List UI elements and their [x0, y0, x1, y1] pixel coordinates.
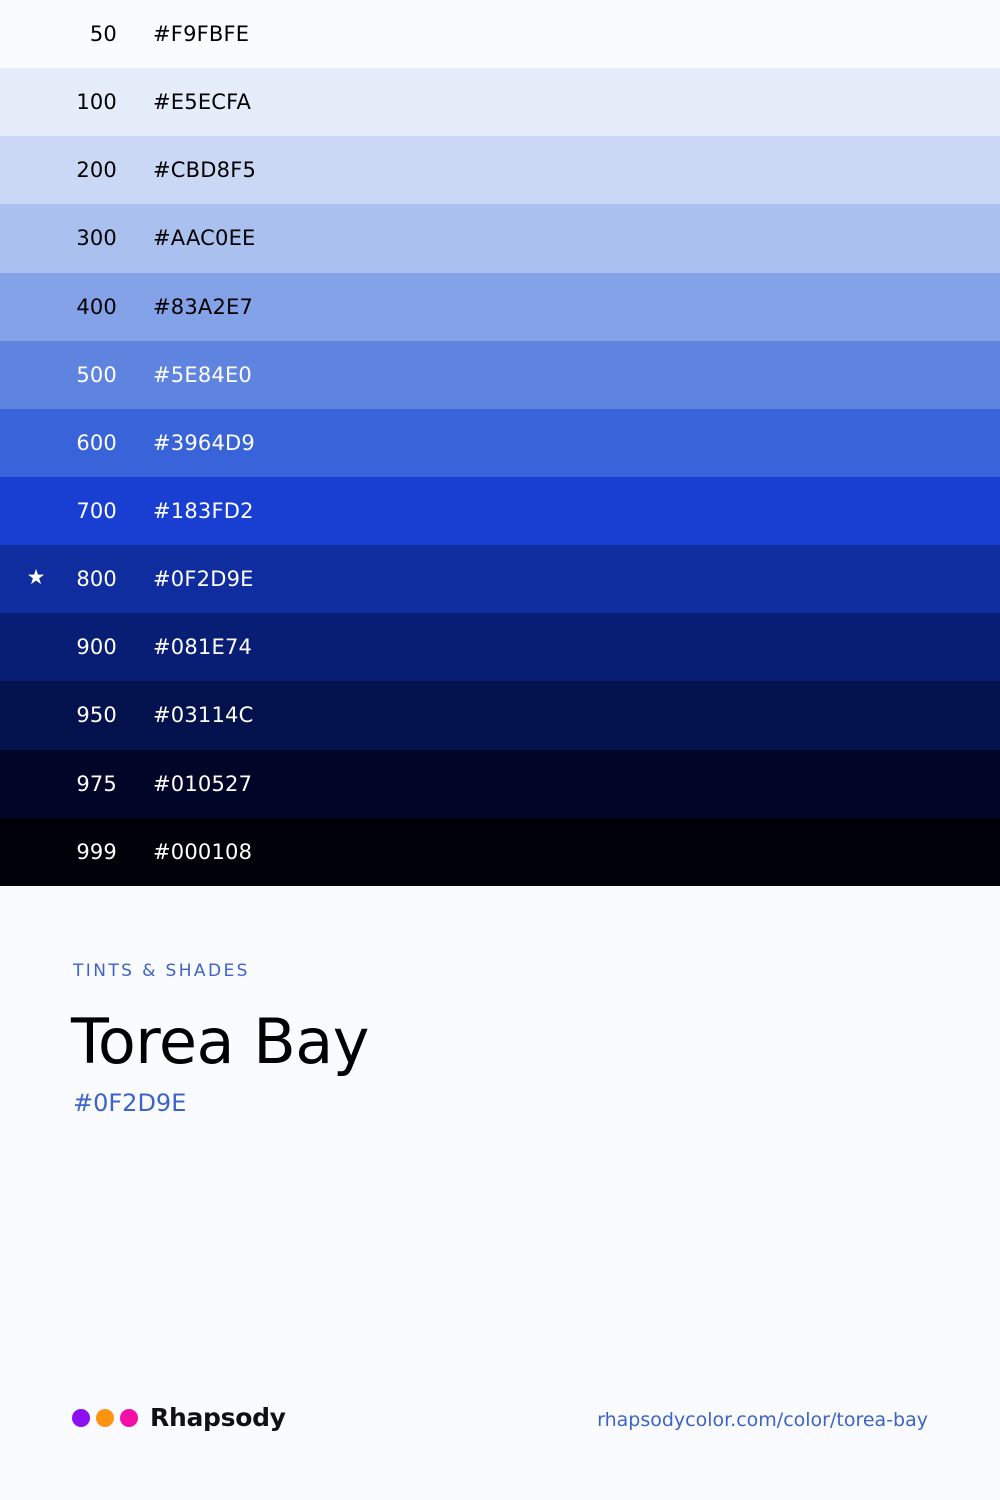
swatch-row-100[interactable]: 100 #E5ECFA [0, 68, 1000, 137]
swatch-hex[interactable]: #83A2E7 [153, 295, 253, 319]
swatch-hex[interactable]: #03114C [153, 703, 253, 727]
swatch-step: 800 [76, 567, 117, 592]
swatch-row-400[interactable]: 400 #83A2E7 [0, 272, 1000, 341]
swatch-row-950[interactable]: 950 #03114C [0, 681, 1000, 750]
swatch-step: 999 [76, 839, 117, 864]
swatch-row-975[interactable]: 975 #010527 [0, 749, 1000, 818]
color-name-title: Torea Bay [71, 1005, 369, 1078]
swatch-step: 300 [76, 226, 117, 251]
swatch-hex[interactable]: #081E74 [153, 635, 252, 659]
swatch-step: 700 [76, 499, 117, 524]
swatch-step: 100 [76, 90, 117, 115]
swatch-hex[interactable]: #3964D9 [153, 431, 255, 455]
swatch-row-800[interactable]: ★ 800 #0F2D9E [0, 545, 1000, 614]
swatch-step: 975 [76, 771, 117, 796]
swatch-row-999[interactable]: 999 #000108 [0, 817, 1000, 886]
swatch-hex[interactable]: #E5ECFA [153, 90, 251, 114]
swatch-step: 950 [76, 703, 117, 728]
swatch-row-200[interactable]: 200 #CBD8F5 [0, 136, 1000, 205]
swatch-step: 500 [76, 362, 117, 387]
star-icon: ★ [26, 565, 46, 590]
swatch-hex[interactable]: #0F2D9E [153, 567, 254, 591]
swatch-step: 900 [76, 635, 117, 660]
swatch-hex[interactable]: #183FD2 [153, 499, 254, 523]
swatch-row-700[interactable]: 700 #183FD2 [0, 476, 1000, 546]
swatch-step: 400 [76, 294, 117, 319]
swatch-row-900[interactable]: 900 #081E74 [0, 613, 1000, 682]
swatch-hex[interactable]: #CBD8F5 [153, 158, 256, 182]
section-eyebrow: TINTS & SHADES [73, 961, 250, 981]
swatch-step: 50 [89, 22, 117, 47]
swatch-list: 50 #F9FBFE 100 #E5ECFA 200 #CBD8F5 300 #… [0, 0, 1000, 886]
brand-name: Rhapsody [150, 1403, 286, 1432]
color-hex-subtitle[interactable]: #0F2D9E [73, 1089, 186, 1117]
swatch-hex[interactable]: #000108 [153, 840, 252, 864]
brand-logo[interactable]: Rhapsody [72, 1403, 286, 1432]
swatch-hex[interactable]: #F9FBFE [153, 22, 249, 46]
brand-dot-icon [72, 1408, 90, 1427]
color-url-link[interactable]: rhapsodycolor.com/color/torea-bay [597, 1409, 928, 1431]
swatch-step: 600 [76, 430, 117, 455]
swatch-step: 200 [76, 158, 117, 183]
brand-dot-icon [96, 1408, 114, 1427]
swatch-hex[interactable]: #010527 [153, 772, 252, 796]
swatch-row-300[interactable]: 300 #AAC0EE [0, 204, 1000, 273]
swatch-row-500[interactable]: 500 #5E84E0 [0, 340, 1000, 409]
swatch-row-50[interactable]: 50 #F9FBFE [0, 0, 1000, 69]
palette-page: 50 #F9FBFE 100 #E5ECFA 200 #CBD8F5 300 #… [0, 0, 1000, 1500]
brand-dot-icon [120, 1408, 138, 1427]
swatch-hex[interactable]: #5E84E0 [153, 363, 252, 387]
swatch-row-600[interactable]: 600 #3964D9 [0, 408, 1000, 477]
swatch-hex[interactable]: #AAC0EE [153, 226, 256, 250]
